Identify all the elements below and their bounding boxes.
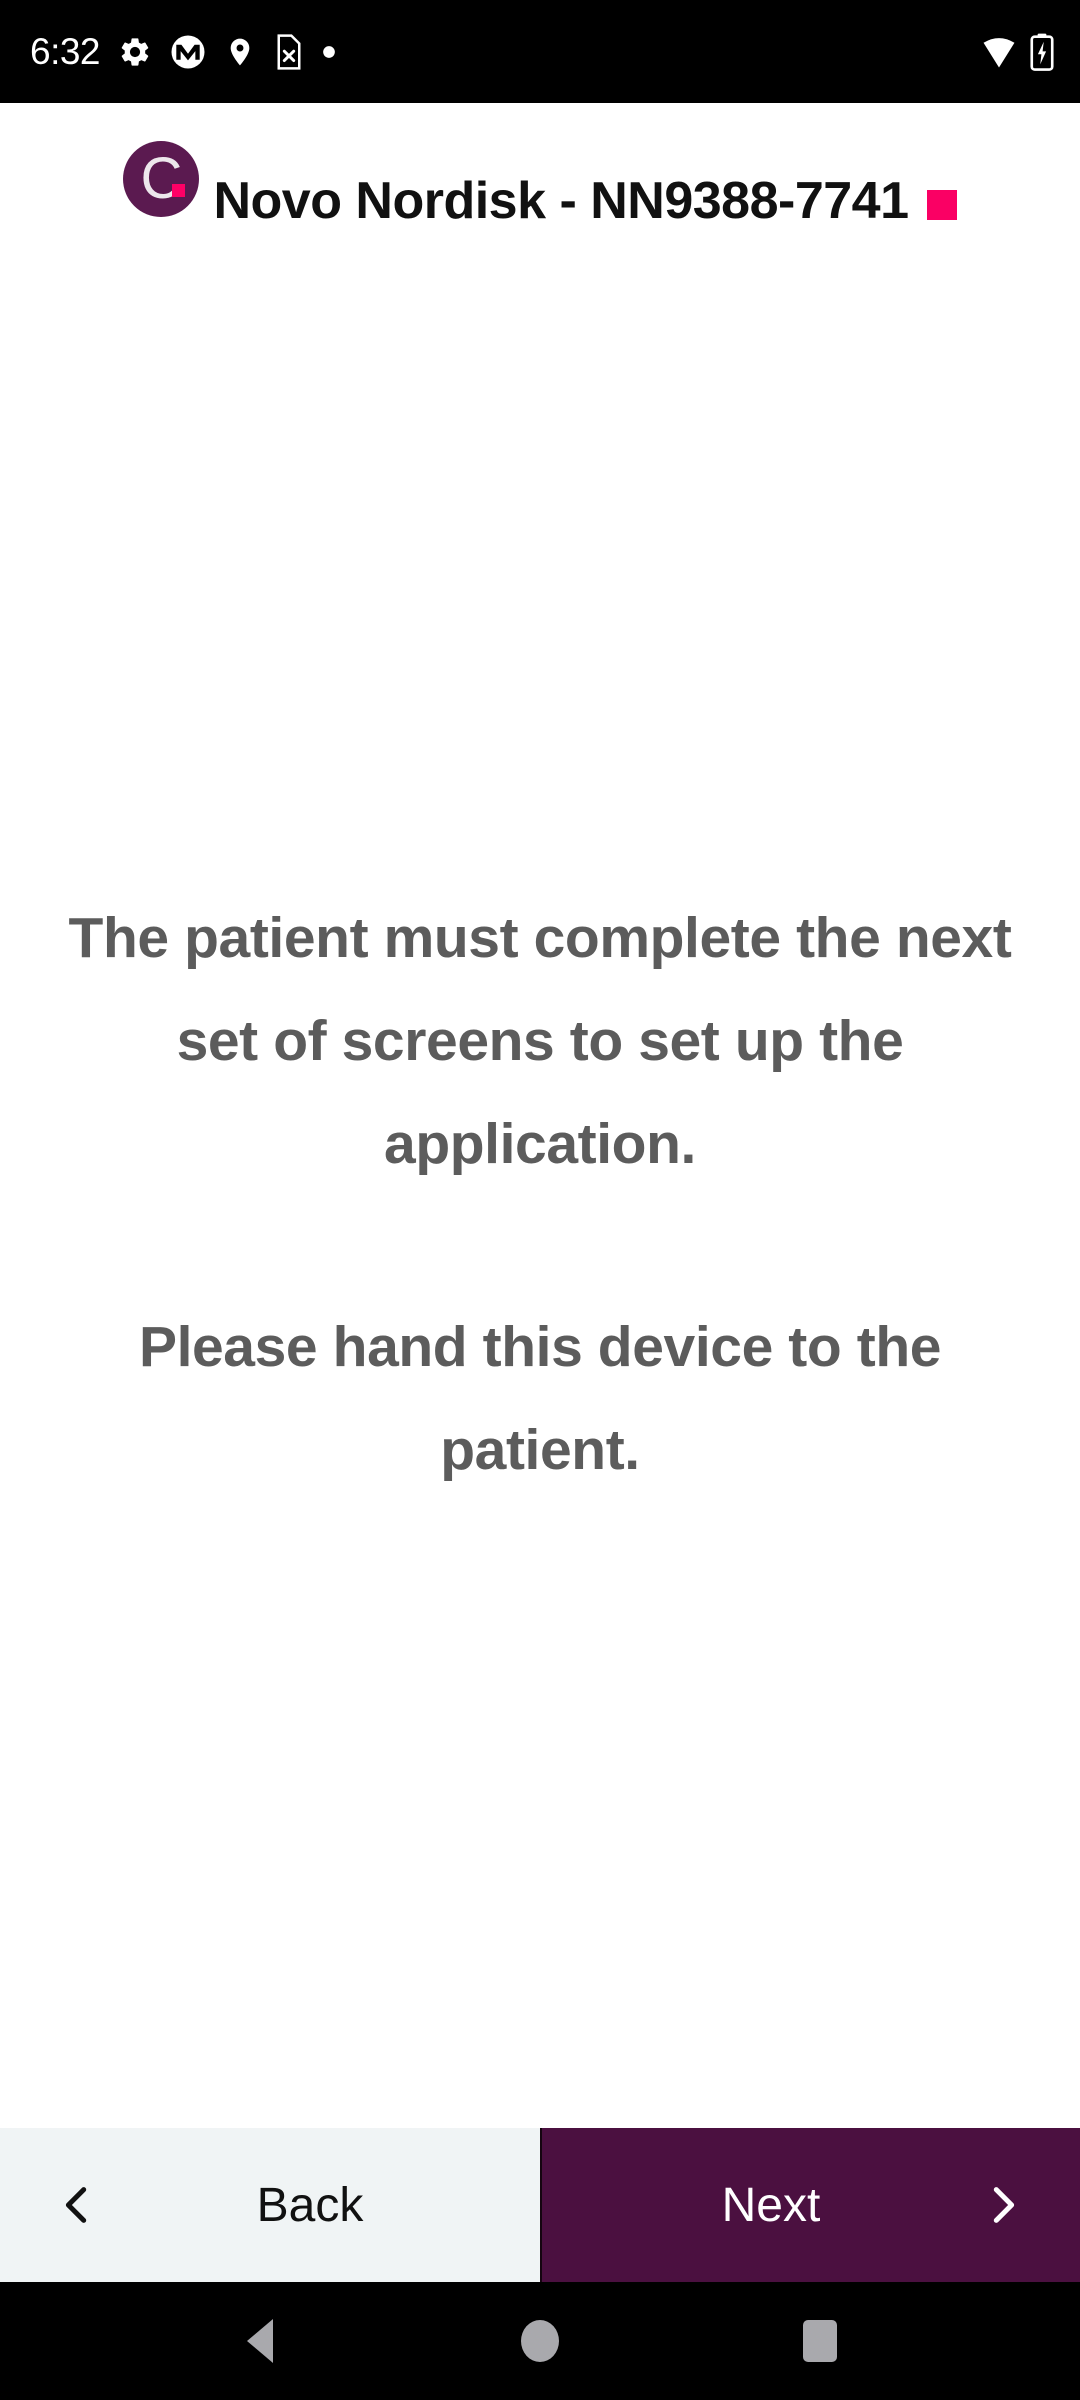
location-pin-icon	[224, 35, 256, 69]
triangle-back-icon	[247, 2319, 273, 2363]
android-back-button[interactable]	[205, 2286, 315, 2396]
gear-icon	[118, 35, 152, 69]
wifi-icon	[980, 35, 1018, 69]
status-bar-clock: 6:32	[30, 31, 101, 72]
sim-card-off-icon	[274, 33, 304, 70]
navigation-button-bar: Back Next	[0, 2128, 1080, 2282]
motorola-logo-icon	[170, 34, 206, 70]
phone-screen: 6:32 C Novo Nordisk - NN9388-7741 The pa…	[0, 0, 1080, 2400]
brand-logo-letter: C	[140, 146, 183, 211]
next-button[interactable]: Next	[540, 2128, 1080, 2282]
page-title: Novo Nordisk - NN9388-7741	[213, 172, 909, 230]
status-bar-right-cluster	[980, 33, 1054, 71]
app-header: C Novo Nordisk - NN9388-7741	[0, 103, 1080, 260]
brand-logo-dot-icon	[172, 184, 186, 197]
battery-charging-icon	[1030, 33, 1054, 71]
instruction-message-block: The patient must complete the next set o…	[36, 887, 1044, 1502]
back-button[interactable]: Back	[0, 2128, 540, 2282]
status-bar-left-cluster: 6:32	[30, 33, 336, 70]
status-bar: 6:32	[0, 0, 1080, 103]
circle-home-icon	[521, 2320, 559, 2362]
instruction-paragraph-1: The patient must complete the next set o…	[68, 905, 1012, 1176]
android-home-button[interactable]	[485, 2286, 595, 2396]
main-content: The patient must complete the next set o…	[0, 260, 1080, 2128]
next-button-label: Next	[721, 2178, 821, 2232]
android-navigation-bar	[0, 2282, 1080, 2400]
chevron-right-icon	[976, 2178, 1030, 2232]
title-accent-square-icon	[926, 190, 957, 220]
chevron-left-icon	[50, 2178, 104, 2232]
square-recents-icon	[803, 2320, 837, 2362]
dot-icon	[322, 45, 336, 59]
back-button-label: Back	[256, 2178, 364, 2232]
brand-logo-icon: C	[123, 141, 200, 217]
android-recents-button[interactable]	[765, 2286, 875, 2396]
instruction-paragraph-2: Please hand this device to the patient.	[138, 1314, 942, 1482]
